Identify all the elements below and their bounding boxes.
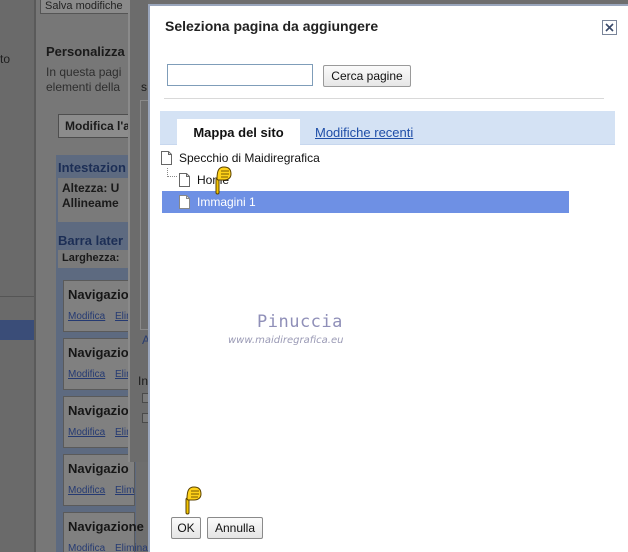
- background-header-line-2: Allineame: [62, 196, 119, 210]
- tree-root-label: Specchio di Maidiregrafica: [179, 151, 320, 165]
- tab-recent-changes[interactable]: Modifiche recenti: [315, 125, 413, 140]
- background-sidebar: to: [0, 0, 34, 552]
- close-icon: [605, 23, 614, 32]
- watermark-site: www.maidiregrafica.eu: [228, 335, 344, 346]
- watermark-name: Pinuccia: [257, 312, 343, 332]
- background-sidebar-title: Barra later: [58, 233, 124, 248]
- background-fragment: s: [141, 80, 147, 94]
- background-sidebar-text: to: [0, 52, 11, 66]
- background-divider: [0, 296, 34, 297]
- tab-bar: Mappa del sito Modifiche recenti: [160, 111, 615, 145]
- background-modify-button: Modifica l'a: [58, 114, 132, 138]
- search-input[interactable]: [167, 64, 313, 86]
- close-button[interactable]: [602, 20, 617, 35]
- background-selected-item: [0, 320, 34, 340]
- background-nav-item: Navigazione Modifica Elimina: [63, 512, 148, 552]
- background-sidebar-line: Larghezza:: [62, 252, 120, 264]
- dialog-title: Seleziona pagina da aggiungere: [165, 18, 379, 34]
- cancel-button[interactable]: Annulla: [207, 517, 263, 539]
- divider: [164, 98, 604, 99]
- background-dialog-frame: [140, 100, 148, 330]
- tree-item-label: Immagini 1: [197, 195, 256, 209]
- background-fragment: In: [138, 374, 149, 388]
- search-pages-button[interactable]: Cerca pagine: [323, 65, 411, 87]
- pointing-hand-icon: [185, 486, 202, 515]
- select-page-dialog: Seleziona pagina da aggiungere Cerca pag…: [148, 4, 628, 552]
- background-nav-item: Navigazio Modifica Elimi: [63, 396, 137, 448]
- background-paragraph-line-2: elementi della: [46, 80, 121, 94]
- tab-site-map[interactable]: Mappa del sito: [177, 119, 300, 145]
- ok-button[interactable]: OK: [171, 517, 201, 539]
- pointing-hand-icon: [215, 166, 232, 195]
- background-save-button: Salva modifiche: [40, 0, 130, 14]
- background-paragraph-line-1: In questa pagi: [46, 65, 122, 79]
- page-icon: [161, 151, 172, 165]
- background-nav-item: Navigazio Modifica Elimi: [63, 280, 137, 332]
- background-header-line-1: Altezza: U: [62, 181, 120, 195]
- background-heading: Personalizza: [46, 44, 125, 59]
- page-icon: [179, 195, 190, 209]
- tree-root[interactable]: Specchio di Maidiregrafica: [161, 149, 320, 167]
- background-nav-item: Navigazio Modifica Elim: [63, 454, 135, 506]
- page-icon: [179, 173, 190, 187]
- background-header-title: Intestazion: [58, 160, 126, 175]
- background-nav-item: Navigazio Modifica Elimi: [63, 338, 137, 390]
